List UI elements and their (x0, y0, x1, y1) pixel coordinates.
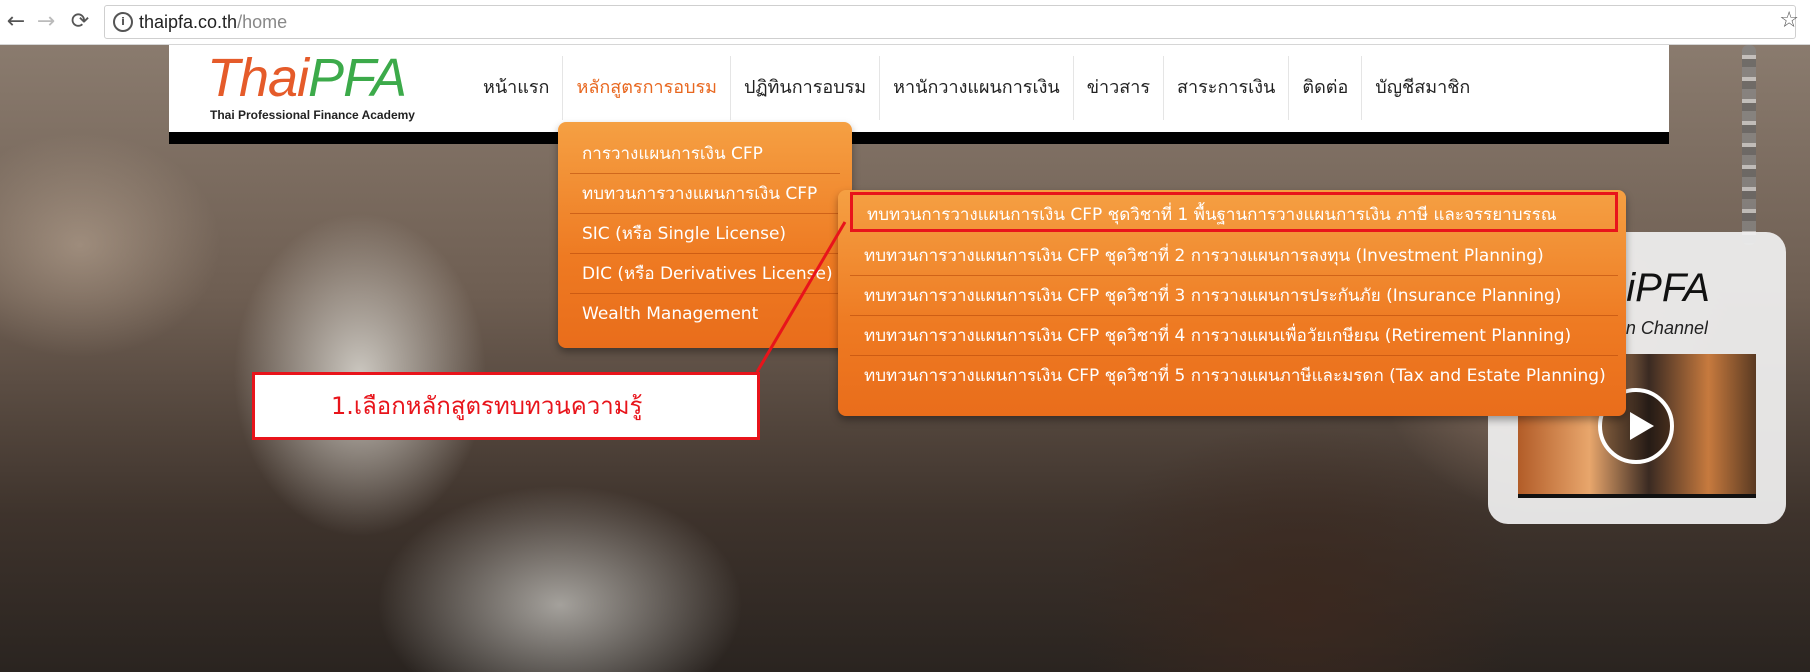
main-nav: หน้าแรก หลักสูตรการอบรม ปฏิทินการอบรม หา… (470, 56, 1483, 120)
logo-wordmark: ThaiPFA (207, 48, 407, 108)
annotation-callout: 1.เลือกหลักสูตรทบทวนความรู้ (252, 372, 760, 440)
browser-toolbar: ← → ⟳ i thaipfa.co.th/home ☆ (0, 0, 1810, 45)
nav-item-courses[interactable]: หลักสูตรการอบรม (563, 56, 732, 120)
url-text[interactable]: thaipfa.co.th/home (139, 12, 287, 33)
nav-item-news[interactable]: ข่าวสาร (1074, 56, 1165, 120)
url-host: thaipfa.co.th (139, 12, 238, 32)
cfp-review-flyout: ทบทวนการวางแผนการเงิน CFP ชุดวิชาที่ 1 พ… (838, 190, 1626, 416)
site-logo[interactable]: ThaiPFA Thai Professional Finance Academ… (207, 48, 447, 124)
courses-dropdown: การวางแผนการเงิน CFP ทบทวนการวางแผนการเง… (558, 122, 852, 348)
nav-item-home[interactable]: หน้าแรก (470, 56, 564, 120)
hanging-chain-decoration (1742, 45, 1756, 245)
info-icon[interactable]: i (113, 12, 133, 32)
nav-item-contact[interactable]: ติดต่อ (1289, 56, 1363, 120)
flyout-item-module-3[interactable]: ทบทวนการวางแผนการเงิน CFP ชุดวิชาที่ 3 ก… (850, 276, 1618, 316)
nav-item-calendar[interactable]: ปฏิทินการอบรม (731, 56, 881, 120)
url-path: /home (237, 12, 288, 32)
header-divider (169, 132, 1669, 144)
back-icon[interactable]: ← (2, 8, 30, 36)
flyout-item-module-4[interactable]: ทบทวนการวางแผนการเงิน CFP ชุดวิชาที่ 4 ก… (850, 316, 1618, 356)
reload-icon[interactable]: ⟳ (66, 8, 94, 36)
submenu-item-wealth[interactable]: Wealth Management (570, 294, 840, 334)
nav-item-finance-articles[interactable]: สาระการเงิน (1164, 56, 1290, 120)
flyout-item-module-2[interactable]: ทบทวนการวางแผนการเงิน CFP ชุดวิชาที่ 2 ก… (850, 236, 1618, 276)
nav-item-account[interactable]: บัญชีสมาชิก (1362, 56, 1483, 120)
flyout-item-module-1[interactable]: ทบทวนการวางแผนการเงิน CFP ชุดวิชาที่ 1 พ… (850, 192, 1618, 232)
forward-icon[interactable]: → (32, 8, 60, 36)
submenu-item-cfp-review[interactable]: ทบทวนการวางแผนการเงิน CFP (570, 174, 840, 214)
submenu-item-dic[interactable]: DIC (หรือ Derivatives License) (570, 254, 840, 294)
nav-item-find-planner[interactable]: หานักวางแผนการเงิน (880, 56, 1074, 120)
logo-pfa-text: PFA (308, 48, 407, 108)
flyout-item-module-5[interactable]: ทบทวนการวางแผนการเงิน CFP ชุดวิชาที่ 5 ก… (850, 356, 1618, 396)
submenu-item-cfp[interactable]: การวางแผนการเงิน CFP (570, 134, 840, 174)
logo-thai-text: Thai (207, 48, 309, 108)
bookmark-star-icon[interactable]: ☆ (1779, 8, 1799, 33)
submenu-item-sic[interactable]: SIC (หรือ Single License) (570, 214, 840, 254)
address-bar[interactable]: i thaipfa.co.th/home ☆ (104, 5, 1799, 39)
logo-tagline: Thai Professional Finance Academy (210, 108, 415, 122)
